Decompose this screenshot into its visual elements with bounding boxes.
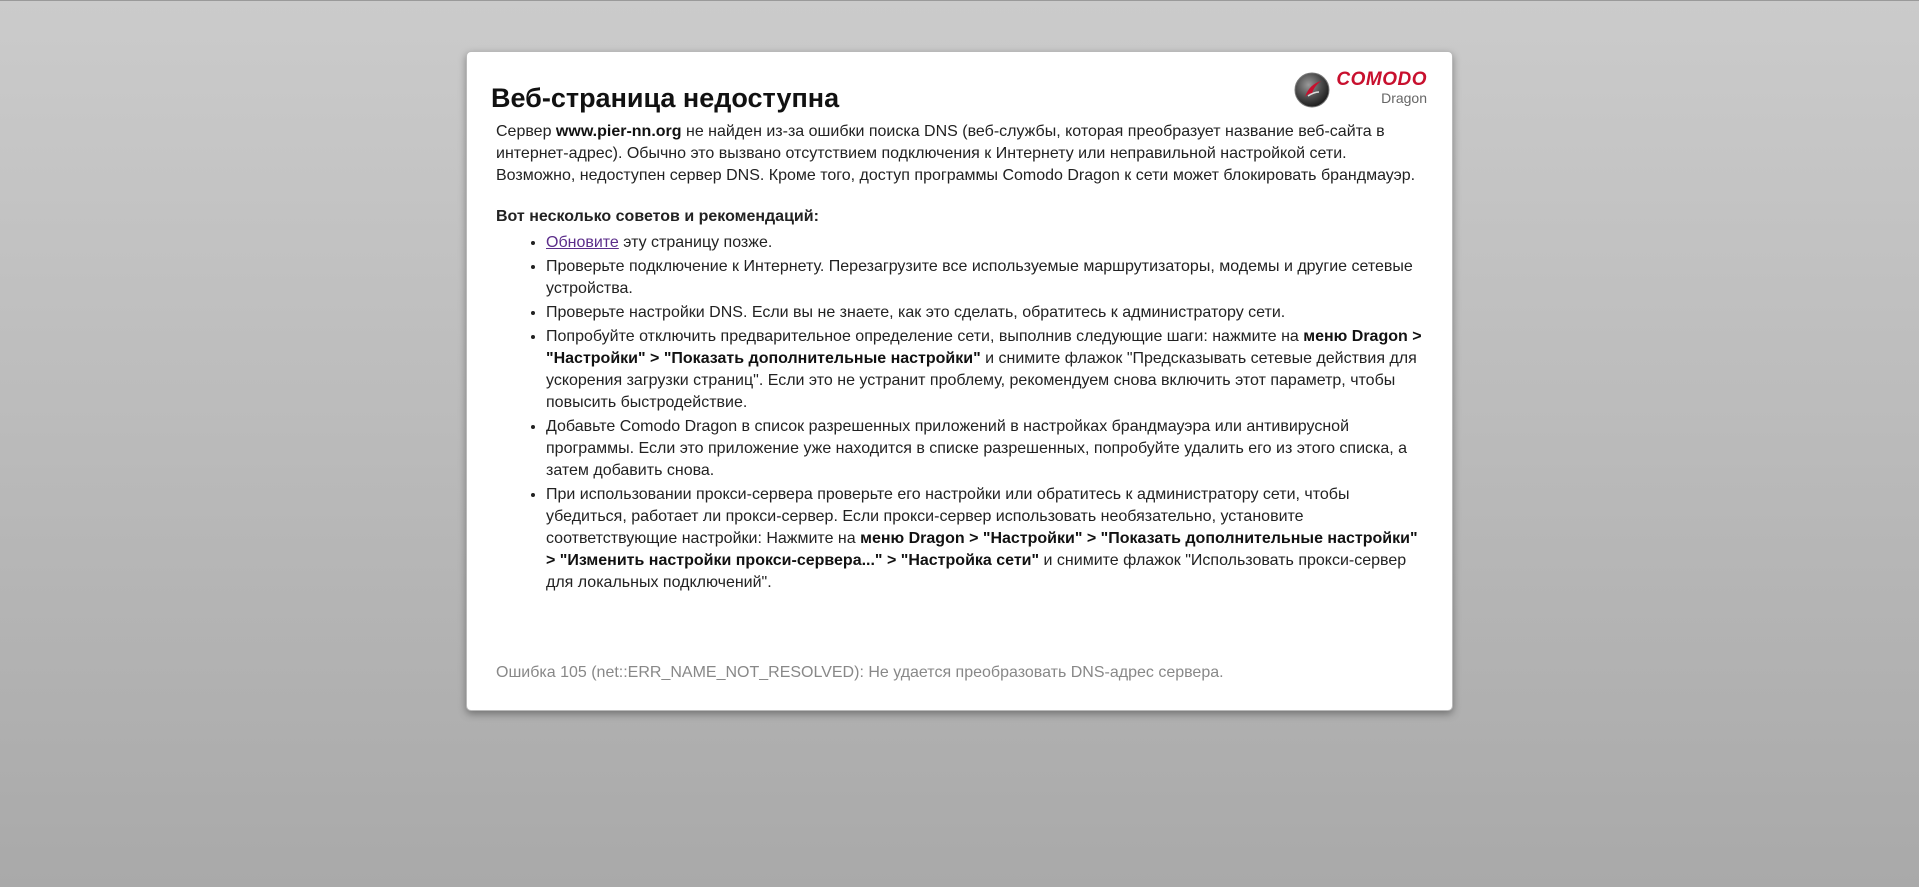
tip-firewall: Добавьте Comodo Dragon в список разрешен… (546, 416, 1428, 482)
logo-sub-text: Dragon (1381, 90, 1427, 106)
tip-reload: Обновите эту страницу позже. (546, 232, 1428, 254)
server-host: www.pier-nn.org (555, 123, 682, 140)
tip-check-dns: Проверьте настройки DNS. Если вы не знае… (546, 302, 1428, 324)
tip-reload-text: эту страницу позже. (618, 234, 773, 251)
tip-prediction-text-1: Попробуйте отключить предварительное опр… (546, 328, 1304, 345)
page-title: Веб-страница недоступна (491, 83, 840, 113)
error-code: Ошибка 105 (net::ERR_NAME_NOT_RESOLVED):… (496, 664, 1224, 681)
tips-heading: Вот несколько советов и рекомендаций: (496, 208, 819, 225)
logo-brand-text: COMODO (1336, 69, 1427, 90)
error-card: COMODO Dragon Веб-страница недоступна Се… (466, 51, 1453, 711)
description-prefix: Сервер (496, 123, 556, 140)
error-description: Сервер www.pier-nn.org не найден из-за о… (496, 121, 1428, 187)
tip-proxy: При использовании прокси-сервера проверь… (546, 484, 1428, 594)
window-top-border (0, 0, 1919, 1)
reload-link[interactable]: Обновите (546, 234, 619, 251)
dragon-logo-icon (1294, 72, 1330, 108)
tips-list: Обновите эту страницу позже. Проверьте п… (496, 232, 1428, 594)
tip-disable-prediction: Попробуйте отключить предварительное опр… (546, 326, 1428, 414)
error-content: Сервер www.pier-nn.org не найден из-за о… (496, 121, 1428, 594)
comodo-dragon-logo: COMODO Dragon (1294, 70, 1427, 112)
tip-check-connection: Проверьте подключение к Интернету. Перез… (546, 256, 1428, 300)
